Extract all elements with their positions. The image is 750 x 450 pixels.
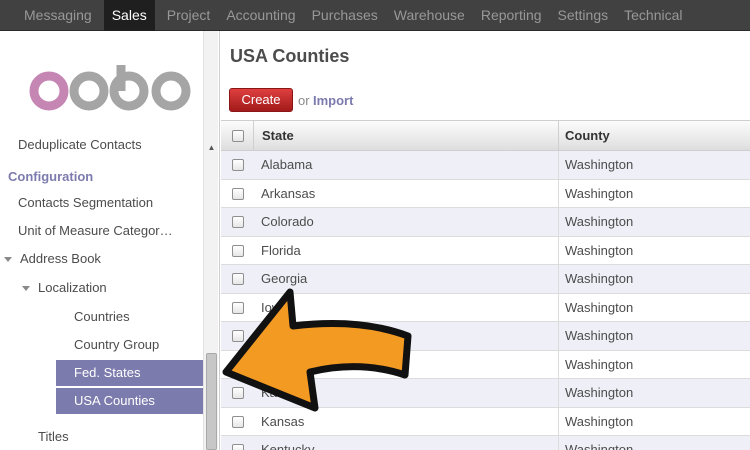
sidebar-item-usa-counties[interactable]: USA Counties: [56, 388, 203, 414]
sidebar-section-configuration: Configuration: [8, 169, 94, 184]
import-link[interactable]: Import: [313, 93, 353, 108]
sidebar-item-address-book[interactable]: Address Book: [4, 246, 101, 272]
column-divider: [558, 350, 559, 379]
cell-county: Washington: [565, 356, 634, 372]
sidebar-item-countries[interactable]: Countries: [74, 304, 130, 330]
select-all-checkbox[interactable]: [232, 130, 244, 142]
row-checkbox[interactable]: [232, 159, 244, 171]
sidebar-item-localization[interactable]: Localization: [22, 275, 107, 301]
column-divider: [558, 322, 559, 350]
column-divider: [558, 436, 559, 450]
column-divider: [558, 379, 559, 407]
column-header-state[interactable]: State: [262, 121, 294, 151]
column-divider: [558, 208, 559, 236]
cell-state: Florida: [261, 242, 301, 258]
cell-county: Washington: [565, 157, 634, 172]
cell-county: Washington: [565, 185, 634, 201]
column-header-county[interactable]: County: [565, 121, 610, 151]
sidebar-item-country-group[interactable]: Country Group: [74, 332, 159, 358]
table-row[interactable]: Arkansas Washington: [221, 179, 750, 208]
menu-messaging[interactable]: Messaging: [16, 0, 100, 31]
cell-county: Washington: [565, 413, 634, 429]
top-menu-bar: Messaging Sales Project Accounting Purch…: [0, 0, 750, 31]
cell-county: Washington: [565, 299, 634, 315]
table-row[interactable]: Colorado Washington: [221, 208, 750, 237]
cell-state: Alabama: [261, 157, 313, 172]
table-row[interactable]: Kentucky Washington: [221, 436, 750, 450]
column-divider: [558, 265, 559, 293]
row-checkbox[interactable]: [232, 444, 244, 450]
menu-warehouse[interactable]: Warehouse: [386, 0, 473, 31]
menu-technical[interactable]: Technical: [616, 0, 690, 31]
table-row[interactable]: Alabama Washington: [221, 151, 750, 180]
cell-county: Washington: [565, 271, 634, 286]
row-checkbox[interactable]: [232, 187, 244, 200]
sidebar: Deduplicate Contacts Configuration Conta…: [0, 31, 220, 450]
sidebar-item-address-book-label: Address Book: [20, 251, 101, 266]
row-checkbox[interactable]: [232, 216, 244, 228]
menu-accounting[interactable]: Accounting: [218, 0, 303, 31]
sidebar-item-titles[interactable]: Titles: [38, 424, 69, 450]
scroll-up-arrow-icon[interactable]: ▲: [204, 143, 219, 153]
annotation-arrow-icon: [222, 288, 412, 412]
menu-settings[interactable]: Settings: [550, 0, 617, 31]
table-row[interactable]: Florida Washington: [221, 236, 750, 265]
create-button[interactable]: Create: [229, 88, 293, 112]
or-text: or: [298, 93, 310, 108]
column-divider: [558, 121, 559, 151]
caret-down-icon: [4, 257, 12, 263]
caret-down-icon: [22, 286, 30, 292]
column-divider: [558, 407, 559, 436]
cell-state: Kentucky: [261, 442, 315, 450]
column-divider: [558, 293, 559, 322]
cell-county: Washington: [565, 214, 634, 229]
column-divider: [253, 121, 254, 151]
column-divider: [558, 179, 559, 208]
sidebar-item-localization-label: Localization: [38, 280, 107, 295]
menu-sales[interactable]: Sales: [103, 0, 155, 31]
page-title: USA Counties: [230, 46, 350, 66]
column-divider: [558, 236, 559, 265]
cell-county: Washington: [565, 328, 634, 343]
menu-purchases[interactable]: Purchases: [304, 0, 386, 31]
menu-reporting[interactable]: Reporting: [473, 0, 550, 31]
row-checkbox[interactable]: [232, 244, 244, 257]
sidebar-item-uom-categories[interactable]: Unit of Measure Categor…: [18, 218, 173, 244]
sidebar-item-contacts-segmentation[interactable]: Contacts Segmentation: [18, 190, 153, 216]
table-header: State County: [221, 121, 750, 151]
cell-county: Washington: [565, 242, 634, 258]
sidebar-item-fed-states[interactable]: Fed. States: [56, 360, 203, 386]
column-divider: [558, 151, 559, 179]
menu-project[interactable]: Project: [159, 0, 219, 31]
sidebar-item-deduplicate-contacts[interactable]: Deduplicate Contacts: [18, 132, 142, 158]
cell-state: Arkansas: [261, 185, 316, 201]
cell-county: Washington: [565, 385, 634, 400]
cell-state: Colorado: [261, 214, 314, 229]
cell-county: Washington: [565, 442, 634, 450]
odoo-logo[interactable]: [26, 65, 196, 115]
